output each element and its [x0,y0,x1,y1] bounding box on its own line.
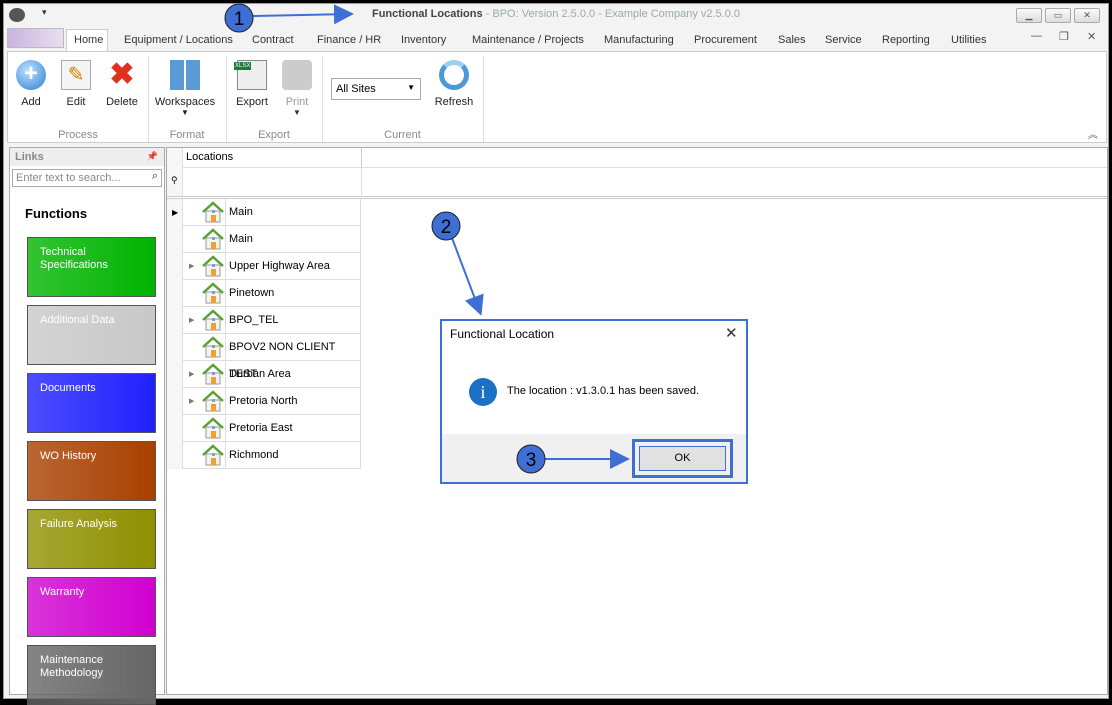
annotation-overlay: 1 2 3 [224,3,630,474]
annotation-arrow-2 [451,237,484,316]
annotation-marker-1: 1 [224,3,254,33]
annotation-arrow-1 [251,4,354,25]
svg-text:3: 3 [526,450,537,471]
annotation-marker-2: 2 [431,211,461,241]
annotation-marker-3: 3 [516,444,546,474]
svg-text:2: 2 [441,217,452,238]
svg-text:1: 1 [234,9,245,30]
